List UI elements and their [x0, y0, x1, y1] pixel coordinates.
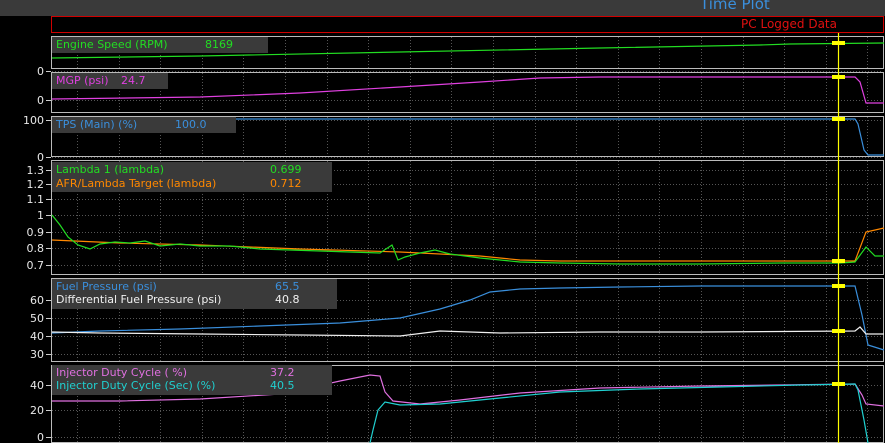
cursor-marker	[832, 75, 845, 79]
tps-tick-label: 0	[37, 151, 44, 164]
diff-fuel-pressure-trace	[51, 326, 884, 337]
channel-value: 37.2	[270, 366, 295, 379]
fuel-tick-label: 30	[30, 348, 44, 361]
channel-value: 24.7	[121, 74, 146, 87]
channel-value: 40.5	[270, 379, 295, 392]
channel-name: MGP (psi)	[56, 74, 109, 87]
cursor-marker	[832, 41, 845, 45]
cursor-marker	[832, 284, 845, 288]
mgp-panel-border	[51, 72, 884, 113]
channel-value: 100.0	[175, 118, 207, 131]
axis-ticks: 0010001.31.21.110.90.80.76050403040200	[23, 65, 51, 443]
plot-cursor[interactable]	[832, 33, 845, 443]
mgp-tick-label: 0	[37, 94, 44, 107]
tps-tick-label: 100	[23, 114, 44, 127]
channel-name: AFR/Lambda Target (lambda)	[56, 177, 216, 190]
channel-value: 8169	[205, 38, 233, 51]
cursor-marker	[832, 117, 845, 121]
channel-name: TPS (Main) (%)	[55, 118, 137, 131]
cursor-marker	[832, 382, 845, 386]
channel-name: Fuel Pressure (psi)	[56, 280, 157, 293]
channel-name: Injector Duty Cycle ( %)	[56, 366, 187, 379]
cursor-marker	[832, 259, 845, 263]
time-plot-canvas[interactable]: Engine Speed (RPM) 8169 MGP (psi) 24.7 TPS (…	[0, 0, 885, 443]
fuel-tick-label: 60	[30, 294, 44, 307]
lambda-tick-label: 0.9	[27, 226, 45, 239]
channel-value: 0.699	[270, 163, 302, 176]
inj-tick-label: 20	[30, 404, 44, 417]
inj-tick-label: 0	[37, 431, 44, 443]
lambda-tick-label: 1.2	[27, 178, 45, 191]
lambda-tick-label: 1	[37, 209, 44, 222]
lambda-tick-label: 0.7	[27, 259, 45, 272]
cursor-marker	[832, 329, 845, 333]
lambda-tick-label: 0.8	[27, 242, 45, 255]
channel-value: 0.712	[270, 177, 302, 190]
channel-name: Lambda 1 (lambda)	[56, 163, 164, 176]
injector-duty-sec-trace	[369, 383, 869, 443]
rpm-tick-label: 0	[37, 65, 44, 78]
inj-tick-label: 40	[30, 379, 44, 392]
lambda-tick-label: 1.1	[27, 193, 45, 206]
fuel-tick-label: 40	[30, 330, 44, 343]
channel-value: 65.5	[275, 280, 300, 293]
lambda1-trace	[51, 214, 884, 265]
channel-name: Engine Speed (RPM)	[56, 38, 168, 51]
mgp-trace	[51, 76, 884, 104]
channel-name: Differential Fuel Pressure (psi)	[56, 293, 221, 306]
lambda-tick-label: 1.3	[27, 164, 45, 177]
fuel-tick-label: 50	[30, 312, 44, 325]
channel-name: Injector Duty Cycle (Sec) (%)	[56, 379, 215, 392]
channel-value: 40.8	[275, 293, 300, 306]
